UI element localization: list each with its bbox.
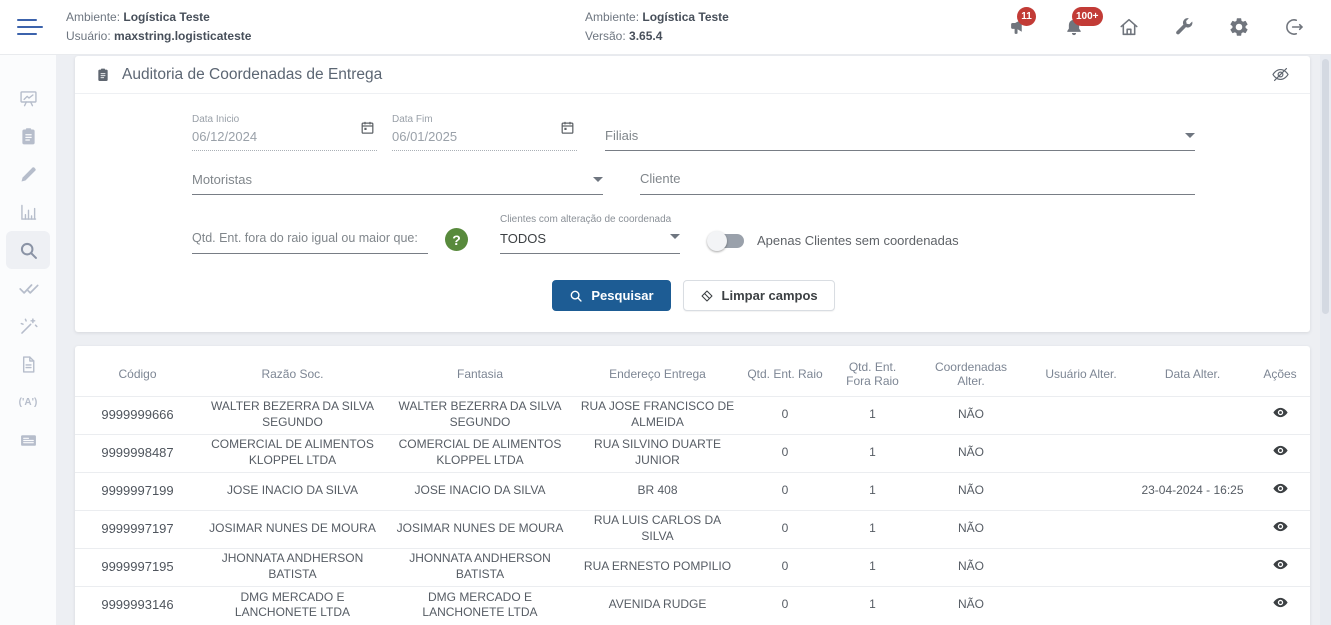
table-header-row: Código Razão Soc. Fantasia Endereço Entr…: [75, 352, 1310, 396]
versao-label: Versão:: [585, 29, 626, 43]
filters-card: Auditoria de Coordenadas de Entrega Data…: [75, 56, 1310, 332]
col-acoes: Ações: [1250, 352, 1310, 396]
sidebar-item-card-list-icon[interactable]: [6, 421, 50, 459]
view-details-button[interactable]: [1272, 556, 1289, 573]
menu-icon[interactable]: [17, 14, 43, 40]
sem-coordenadas-label: Apenas Clientes sem coordenadas: [757, 233, 959, 248]
view-details-button[interactable]: [1272, 480, 1289, 497]
eye-slash-icon[interactable]: [1271, 65, 1290, 84]
data-inicio-value: 06/12/2024: [192, 129, 377, 150]
scrollbar-thumb[interactable]: [1322, 59, 1329, 314]
ambiente-label-center: Ambiente:: [585, 10, 639, 24]
header-actions: 11 100+: [1008, 16, 1305, 38]
sidebar-item-pencil-icon[interactable]: [6, 155, 50, 193]
chevron-down-icon: [1185, 133, 1195, 138]
clientes-alteracao-select[interactable]: Clientes com alteração de coordenada TOD…: [500, 214, 680, 254]
sem-coordenadas-toggle-group: Apenas Clientes sem coordenadas: [710, 233, 959, 248]
cliente-field[interactable]: [640, 170, 1195, 195]
results-table: Código Razão Soc. Fantasia Endereço Entr…: [75, 352, 1310, 624]
card-titlebar: Auditoria de Coordenadas de Entrega: [75, 56, 1310, 94]
clipboard-title-icon: [95, 67, 111, 83]
search-icon: [569, 289, 583, 303]
chevron-down-icon: [670, 234, 680, 239]
col-fantasia: Fantasia: [385, 352, 575, 396]
results-table-card: Código Razão Soc. Fantasia Endereço Entr…: [75, 346, 1310, 625]
table-row: 9999993146 DMG MERCADO E LANCHONETE LTDA…: [75, 586, 1310, 624]
notifications-bell-icon[interactable]: 100+: [1063, 16, 1085, 38]
sidebar-item-broadcast-a-icon[interactable]: ('A'): [6, 383, 50, 421]
motoristas-label: Motoristas: [192, 172, 252, 187]
help-question-icon[interactable]: ?: [445, 228, 468, 251]
home-icon[interactable]: [1118, 16, 1140, 38]
col-coordenadas-alter: Coordenadas Alter.: [915, 352, 1027, 396]
settings-gear-icon[interactable]: [1228, 16, 1250, 38]
sidebar-item-search-icon[interactable]: [6, 231, 50, 269]
clientes-alteracao-label: Clientes com alteração de coordenada: [500, 214, 680, 225]
top-header: Ambiente: Logística Teste Usuário: maxst…: [0, 0, 1331, 55]
announcements-icon[interactable]: 11: [1008, 16, 1030, 38]
versao-value: 3.65.4: [629, 29, 662, 43]
sidebar-item-magic-wand-icon[interactable]: [6, 307, 50, 345]
vertical-scrollbar[interactable]: [1320, 55, 1331, 625]
table-row: 9999997197 JOSIMAR NUNES DE MOURA JOSIMA…: [75, 510, 1310, 548]
ambiente-value-center: Logística Teste: [642, 10, 728, 24]
view-details-button[interactable]: [1272, 518, 1289, 535]
data-fim-label: Data Fim: [392, 114, 577, 125]
table-row: 9999997199 JOSE INACIO DA SILVA JOSE INA…: [75, 472, 1310, 510]
usuario-label: Usuário:: [66, 29, 111, 43]
col-qtd-ent-raio: Qtd. Ent. Raio: [740, 352, 830, 396]
view-details-button[interactable]: [1272, 442, 1289, 459]
qtd-ent-field[interactable]: [192, 229, 428, 254]
sidebar-item-document-icon[interactable]: [6, 345, 50, 383]
cliente-input[interactable]: [640, 171, 1195, 194]
view-details-button[interactable]: [1272, 404, 1289, 421]
data-fim-field[interactable]: Data Fim 06/01/2025: [392, 114, 577, 151]
pesquisar-button[interactable]: Pesquisar: [552, 280, 670, 311]
col-endereco-entrega: Endereço Entrega: [575, 352, 740, 396]
logout-icon[interactable]: [1283, 16, 1305, 38]
page-title: Auditoria de Coordenadas de Entrega: [122, 66, 382, 84]
table-row: 9999998487 COMERCIAL DE ALIMENTOS KLOPPE…: [75, 434, 1310, 472]
ambiente-value: Logística Teste: [123, 10, 209, 24]
tools-wrench-icon[interactable]: [1173, 16, 1195, 38]
table-row: 9999997195 JHONNATA ANDHERSON BATISTA JH…: [75, 548, 1310, 586]
data-inicio-label: Data Inicio: [192, 114, 377, 125]
notifications-badge: 100+: [1072, 7, 1103, 26]
calendar-icon[interactable]: [560, 120, 575, 135]
col-razao-soc: Razão Soc.: [200, 352, 385, 396]
data-fim-value: 06/01/2025: [392, 129, 577, 150]
limpar-campos-button[interactable]: Limpar campos: [683, 280, 835, 311]
sidebar-item-presentation-chart-icon[interactable]: [6, 79, 50, 117]
toggle-knob: [707, 231, 727, 251]
left-sidebar: ('A'): [0, 55, 56, 625]
sidebar-item-bar-chart-icon[interactable]: [6, 193, 50, 231]
data-inicio-field[interactable]: Data Inicio 06/12/2024: [192, 114, 377, 151]
col-usuario-alter: Usuário Alter.: [1027, 352, 1135, 396]
ambiente-label: Ambiente:: [66, 10, 120, 24]
eraser-icon: [700, 289, 714, 303]
filiais-label: Filiais: [605, 128, 638, 143]
table-row: 9999999666 WALTER BEZERRA DA SILVA SEGUN…: [75, 396, 1310, 434]
col-data-alter: Data Alter.: [1135, 352, 1250, 396]
sem-coordenadas-toggle[interactable]: [710, 234, 744, 248]
environment-info: Ambiente: Logística Teste Usuário: maxst…: [66, 8, 251, 46]
filters-form: Data Inicio 06/12/2024 Data Fim 06/01/20…: [75, 94, 1310, 311]
view-details-button[interactable]: [1272, 594, 1289, 611]
col-codigo: Código: [75, 352, 200, 396]
sidebar-item-clipboard-icon[interactable]: [6, 117, 50, 155]
col-qtd-ent-fora-raio: Qtd. Ent. Fora Raio: [830, 352, 915, 396]
clientes-alteracao-value: TODOS: [500, 231, 680, 246]
usuario-value: maxstring.logisticateste: [114, 29, 251, 43]
filiais-select[interactable]: Filiais: [605, 128, 1195, 151]
chevron-down-icon: [593, 177, 603, 182]
announcements-badge: 11: [1017, 7, 1036, 26]
motoristas-select[interactable]: Motoristas: [192, 172, 603, 195]
calendar-icon[interactable]: [360, 120, 375, 135]
version-info: Ambiente: Logística Teste Versão: 3.65.4: [585, 8, 729, 46]
qtd-ent-input[interactable]: [192, 231, 428, 253]
sidebar-item-double-check-icon[interactable]: [6, 269, 50, 307]
